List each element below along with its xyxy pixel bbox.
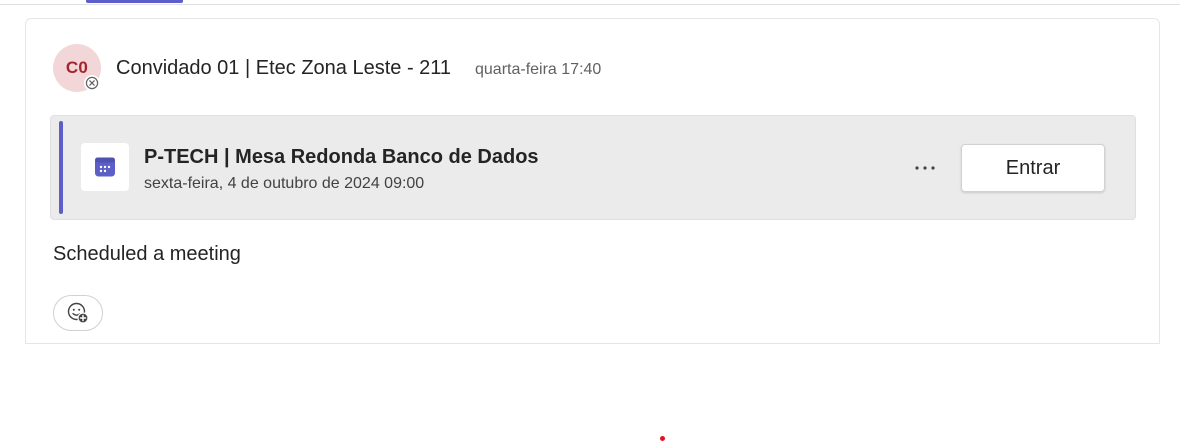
more-options-button[interactable] xyxy=(909,154,941,182)
sender-name[interactable]: Convidado 01 | Etec Zona Leste - 211 xyxy=(116,57,451,80)
blank-area xyxy=(0,344,1180,444)
post-timestamp: quarta-feira 17:40 xyxy=(475,61,602,78)
meeting-card[interactable]: P-TECH | Mesa Redonda Banco de Dados sex… xyxy=(50,115,1136,220)
add-reaction-icon xyxy=(67,302,89,324)
message-text: Scheduled a meeting xyxy=(53,243,241,265)
meeting-datetime: sexta-feira, 4 de outubro de 2024 09:00 xyxy=(144,175,425,192)
active-tab-indicator xyxy=(86,0,183,3)
calendar-tile xyxy=(81,143,129,191)
join-meeting-button[interactable]: Entrar xyxy=(961,144,1105,192)
calendar-icon xyxy=(95,157,115,177)
blocked-presence-icon xyxy=(84,75,100,91)
add-reaction-button[interactable] xyxy=(53,295,103,331)
post-card-divider xyxy=(25,343,1160,344)
avatar-initials: C0 xyxy=(65,58,89,77)
pointer-indicator xyxy=(660,436,665,441)
meeting-title[interactable]: P-TECH | Mesa Redonda Banco de Dados xyxy=(144,146,539,169)
meeting-accent-bar xyxy=(59,121,63,214)
more-horizontal-icon xyxy=(915,166,935,170)
